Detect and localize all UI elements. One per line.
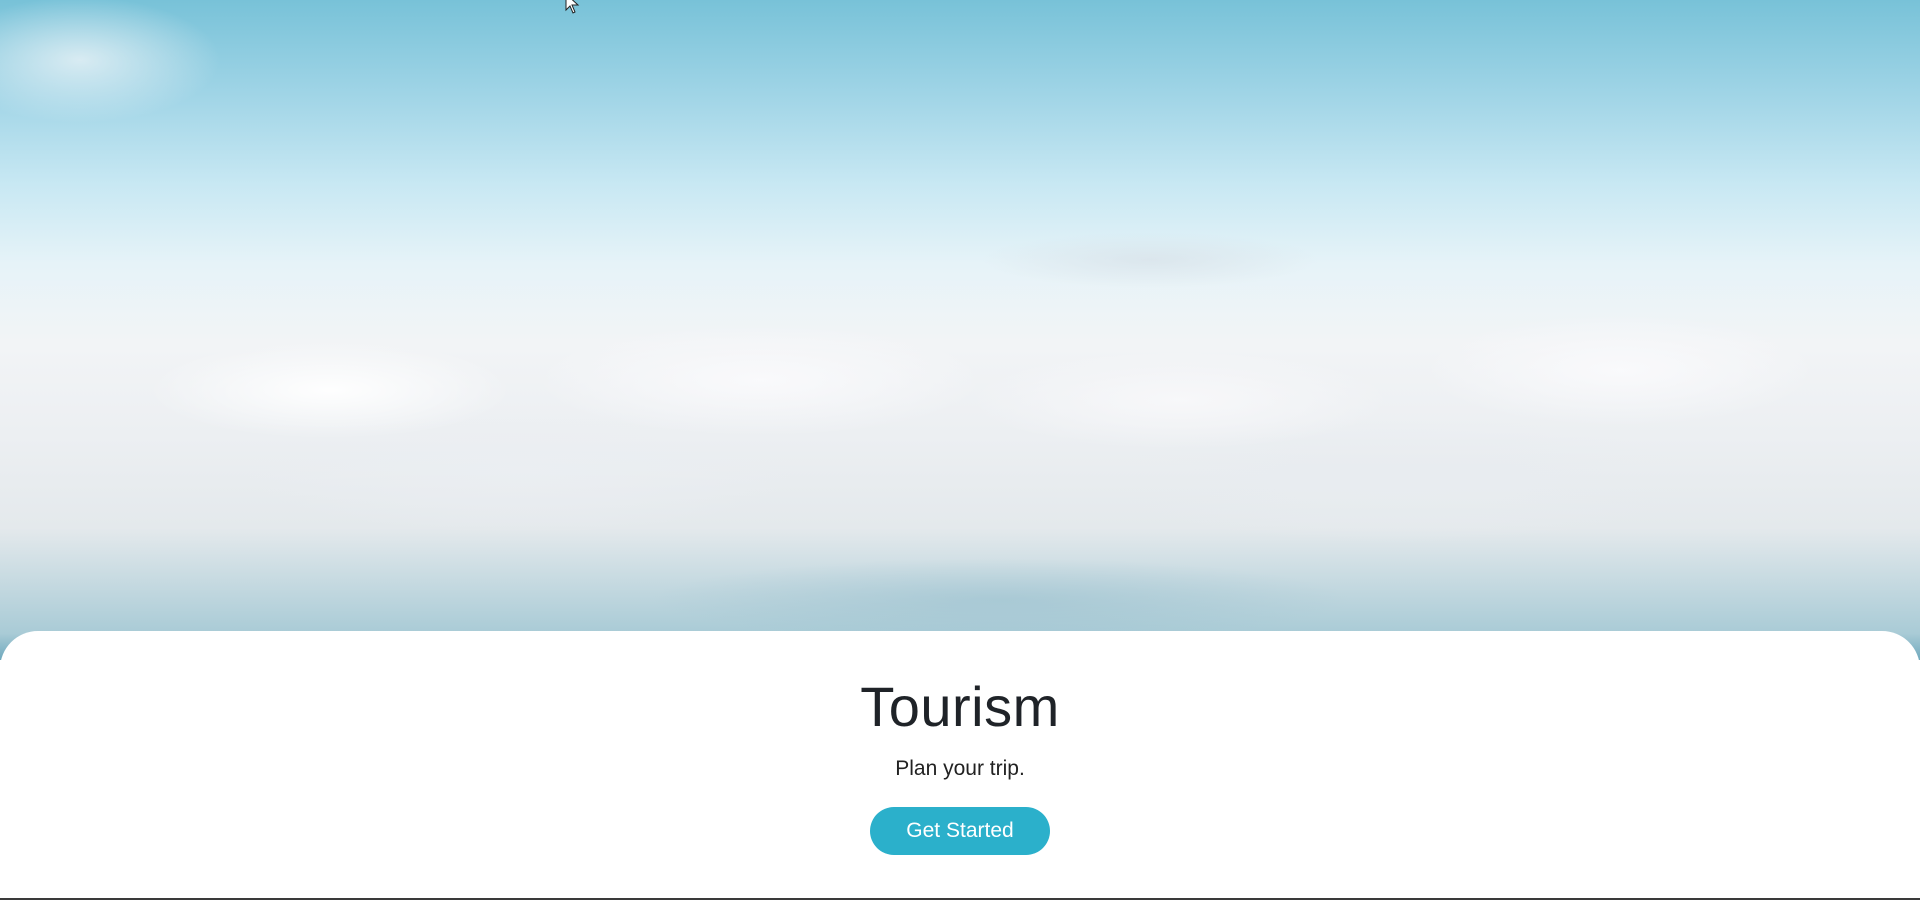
landing-page: Tourism Plan your trip. Get Started	[0, 0, 1920, 900]
intro-card: Tourism Plan your trip. Get Started	[0, 631, 1920, 900]
hero-sky-image	[0, 0, 1920, 660]
page-title: Tourism	[860, 675, 1060, 738]
page-subtitle: Plan your trip.	[895, 756, 1025, 780]
get-started-button[interactable]: Get Started	[870, 806, 1050, 855]
mouse-pointer-icon	[565, 0, 580, 14]
